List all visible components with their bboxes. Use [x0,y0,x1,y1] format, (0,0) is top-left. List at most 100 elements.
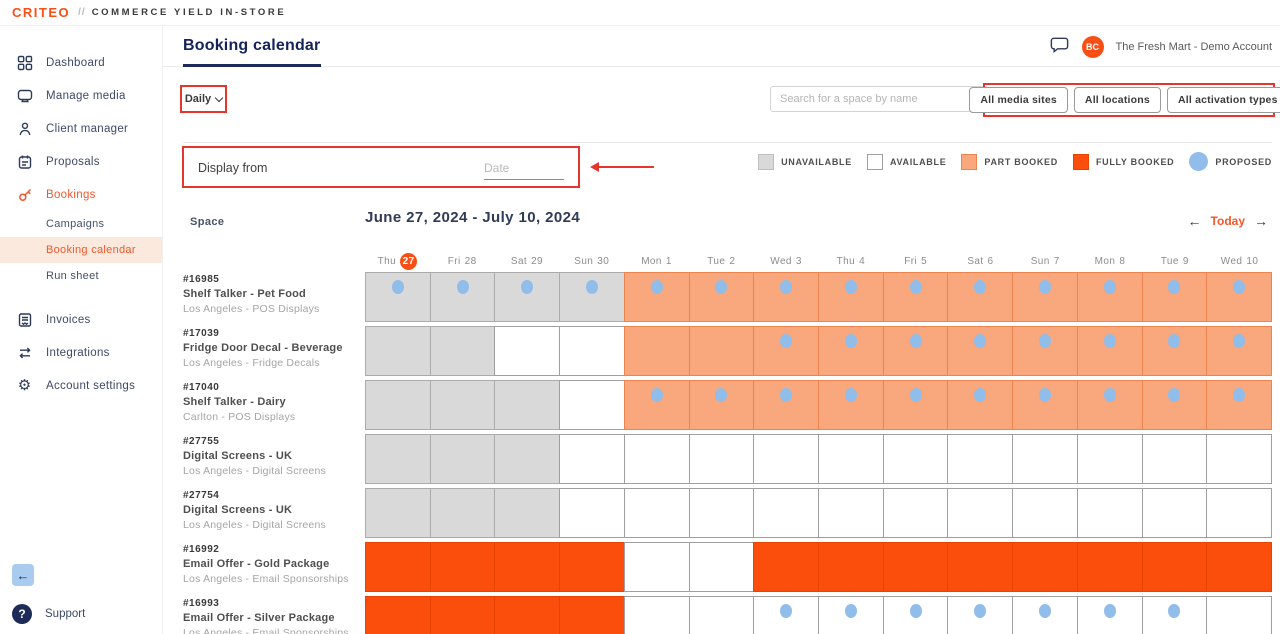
booking-cell-available[interactable] [1012,488,1078,538]
sidebar-collapse-button[interactable]: ← [12,564,34,586]
booking-cell-fully-booked[interactable] [1077,542,1143,592]
booking-cell-available[interactable] [1206,596,1272,634]
all-activation-types-button[interactable]: All activation types [1167,87,1280,113]
sidebar-item-dashboard[interactable]: Dashboard [0,46,162,79]
booking-cell-available[interactable] [1012,596,1078,634]
booking-cell-available[interactable] [947,434,1013,484]
booking-cell-available[interactable] [947,488,1013,538]
booking-cell-unavailable[interactable] [494,488,560,538]
booking-cell-unavailable[interactable] [365,380,431,430]
booking-cell-unavailable[interactable] [365,434,431,484]
account-name[interactable]: The Fresh Mart - Demo Account [1116,41,1273,53]
booking-cell-part-booked[interactable] [1206,272,1272,322]
booking-cell-unavailable[interactable] [430,434,496,484]
booking-cell-part-booked[interactable] [1142,272,1208,322]
booking-cell-available[interactable] [1077,488,1143,538]
booking-cell-part-booked[interactable] [624,326,690,376]
next-arrow-icon[interactable]: → [1254,214,1268,228]
all-media-sites-button[interactable]: All media sites [969,87,1068,113]
booking-cell-part-booked[interactable] [818,326,884,376]
booking-cell-available[interactable] [1077,596,1143,634]
booking-cell-unavailable[interactable] [559,272,625,322]
booking-cell-available[interactable] [559,488,625,538]
booking-cell-available[interactable] [1206,488,1272,538]
booking-cell-available[interactable] [753,488,819,538]
all-locations-button[interactable]: All locations [1074,87,1161,113]
booking-cell-fully-booked[interactable] [1206,542,1272,592]
booking-cell-part-booked[interactable] [624,380,690,430]
booking-cell-part-booked[interactable] [1012,380,1078,430]
view-mode-dropdown[interactable]: Daily [180,85,227,113]
booking-cell-available[interactable] [753,596,819,634]
booking-cell-available[interactable] [818,488,884,538]
booking-cell-available[interactable] [624,596,690,634]
support-button[interactable]: ? Support [12,604,85,624]
booking-cell-fully-booked[interactable] [494,596,560,634]
booking-cell-available[interactable] [689,596,755,634]
booking-cell-unavailable[interactable] [430,380,496,430]
sidebar-item-manage-media[interactable]: Manage media [0,79,162,112]
booking-cell-unavailable[interactable] [365,326,431,376]
booking-cell-unavailable[interactable] [430,326,496,376]
booking-cell-part-booked[interactable] [947,272,1013,322]
booking-cell-available[interactable] [689,488,755,538]
booking-cell-available[interactable] [1012,434,1078,484]
booking-cell-fully-booked[interactable] [1012,542,1078,592]
booking-cell-part-booked[interactable] [753,326,819,376]
booking-cell-available[interactable] [559,434,625,484]
booking-cell-fully-booked[interactable] [365,542,431,592]
booking-cell-part-booked[interactable] [1077,380,1143,430]
booking-cell-fully-booked[interactable] [1142,542,1208,592]
booking-cell-available[interactable] [1077,434,1143,484]
booking-cell-part-booked[interactable] [753,380,819,430]
booking-cell-fully-booked[interactable] [818,542,884,592]
booking-cell-unavailable[interactable] [365,488,431,538]
booking-cell-part-booked[interactable] [689,380,755,430]
sidebar-item-client-manager[interactable]: Client manager [0,112,162,145]
booking-cell-part-booked[interactable] [883,272,949,322]
booking-cell-unavailable[interactable] [430,272,496,322]
booking-cell-available[interactable] [559,380,625,430]
booking-cell-fully-booked[interactable] [365,596,431,634]
booking-cell-part-booked[interactable] [883,380,949,430]
booking-cell-part-booked[interactable] [947,380,1013,430]
sidebar-item-proposals[interactable]: Proposals [0,145,162,178]
booking-cell-part-booked[interactable] [1206,380,1272,430]
booking-cell-available[interactable] [883,434,949,484]
avatar[interactable]: BC [1082,36,1104,58]
booking-cell-unavailable[interactable] [494,380,560,430]
booking-cell-available[interactable] [1142,488,1208,538]
date-input[interactable]: Date [484,156,564,180]
booking-cell-unavailable[interactable] [494,272,560,322]
booking-cell-part-booked[interactable] [753,272,819,322]
booking-cell-part-booked[interactable] [1012,272,1078,322]
sidebar-item-integrations[interactable]: Integrations [0,336,162,369]
booking-cell-available[interactable] [624,488,690,538]
booking-cell-available[interactable] [947,596,1013,634]
today-button[interactable]: Today [1211,214,1245,228]
booking-cell-part-booked[interactable] [818,380,884,430]
sidebar-item-invoices[interactable]: Invoices [0,303,162,336]
booking-cell-unavailable[interactable] [365,272,431,322]
booking-cell-fully-booked[interactable] [494,542,560,592]
booking-cell-available[interactable] [1142,596,1208,634]
booking-cell-fully-booked[interactable] [947,542,1013,592]
booking-cell-fully-booked[interactable] [883,542,949,592]
booking-cell-unavailable[interactable] [430,488,496,538]
booking-cell-part-booked[interactable] [1012,326,1078,376]
booking-cell-unavailable[interactable] [494,434,560,484]
booking-cell-available[interactable] [624,434,690,484]
booking-cell-available[interactable] [883,488,949,538]
booking-cell-part-booked[interactable] [1142,326,1208,376]
booking-cell-fully-booked[interactable] [559,596,625,634]
booking-cell-available[interactable] [689,434,755,484]
booking-cell-available[interactable] [818,596,884,634]
booking-cell-available[interactable] [494,326,560,376]
booking-cell-fully-booked[interactable] [559,542,625,592]
booking-cell-part-booked[interactable] [947,326,1013,376]
chat-icon[interactable] [1049,34,1070,60]
sidebar-item-account-settings[interactable]: ⚙ Account settings [0,369,162,402]
search-input[interactable] [770,86,988,112]
booking-cell-available[interactable] [818,434,884,484]
booking-cell-part-booked[interactable] [689,326,755,376]
